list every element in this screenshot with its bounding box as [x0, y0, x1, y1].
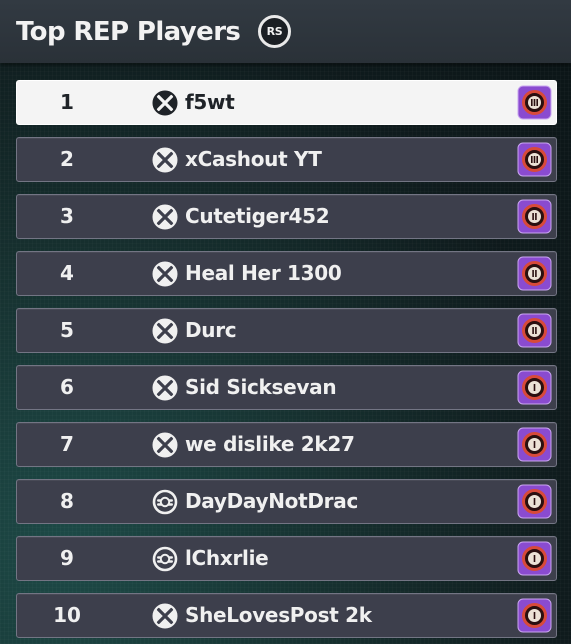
leaderboard-row[interactable]: 9 lChxrlie [16, 536, 557, 581]
rep-badge-tier-1-icon [517, 598, 552, 633]
rep-badge-tier-2-icon [517, 199, 552, 234]
leaderboard-row[interactable]: 4 Heal Her 1300 [16, 251, 557, 296]
xbox-icon [152, 603, 178, 629]
crossplay-icon [152, 489, 178, 515]
player-name: SheLovesPost 2k [185, 603, 372, 627]
rank-number: 6 [60, 375, 74, 399]
rep-badge-tier-1-icon [517, 541, 552, 576]
xbox-icon [152, 261, 178, 287]
rank-number: 10 [53, 603, 81, 627]
player-name: Durc [185, 318, 237, 342]
player-name: Sid Sicksevan [185, 375, 337, 399]
player-name: DayDayNotDrac [185, 489, 358, 513]
rep-badge-tier-3-icon [517, 142, 552, 177]
leaderboard-row[interactable]: 2 xCashout YT [16, 137, 557, 182]
player-name: f5wt [185, 90, 235, 114]
leaderboard-row[interactable]: 6 Sid Sicksevan [16, 365, 557, 410]
rep-badge-tier-2-icon [517, 313, 552, 348]
xbox-icon [152, 147, 178, 173]
rep-badge-tier-1-icon [517, 427, 552, 462]
player-name: Cutetiger452 [185, 204, 330, 228]
player-name: Heal Her 1300 [185, 261, 342, 285]
leaderboard-list: 1 f5wt 2 xCashout YT 3 Cutetiger452 4 He… [16, 80, 557, 644]
rank-number: 2 [60, 147, 74, 171]
xbox-icon [152, 204, 178, 230]
header-bar: Top REP Players RS [0, 0, 571, 63]
rank-number: 1 [60, 90, 74, 114]
rank-number: 8 [60, 489, 74, 513]
rs-logo-icon: RS [258, 15, 291, 48]
leaderboard-row[interactable]: 5 Durc [16, 308, 557, 353]
rank-number: 5 [60, 318, 74, 342]
player-name: lChxrlie [185, 546, 269, 570]
leaderboard-row[interactable]: 7 we dislike 2k27 [16, 422, 557, 467]
leaderboard-row[interactable]: 8 DayDayNotDrac [16, 479, 557, 524]
rank-number: 7 [60, 432, 74, 456]
rep-badge-tier-3-icon [517, 85, 552, 120]
rank-number: 4 [60, 261, 74, 285]
rank-number: 9 [60, 546, 74, 570]
leaderboard-row[interactable]: 3 Cutetiger452 [16, 194, 557, 239]
rank-number: 3 [60, 204, 74, 228]
rep-badge-tier-1-icon [517, 370, 552, 405]
leaderboard-row[interactable]: 1 f5wt [16, 80, 557, 125]
xbox-icon [152, 90, 178, 116]
player-name: we dislike 2k27 [185, 432, 355, 456]
xbox-icon [152, 375, 178, 401]
crossplay-icon [152, 546, 178, 572]
xbox-icon [152, 318, 178, 344]
rep-badge-tier-2-icon [517, 256, 552, 291]
rep-badge-tier-1-icon [517, 484, 552, 519]
xbox-icon [152, 432, 178, 458]
leaderboard-row[interactable]: 10 SheLovesPost 2k [16, 593, 557, 638]
player-name: xCashout YT [185, 147, 322, 171]
page-title: Top REP Players [16, 17, 241, 47]
